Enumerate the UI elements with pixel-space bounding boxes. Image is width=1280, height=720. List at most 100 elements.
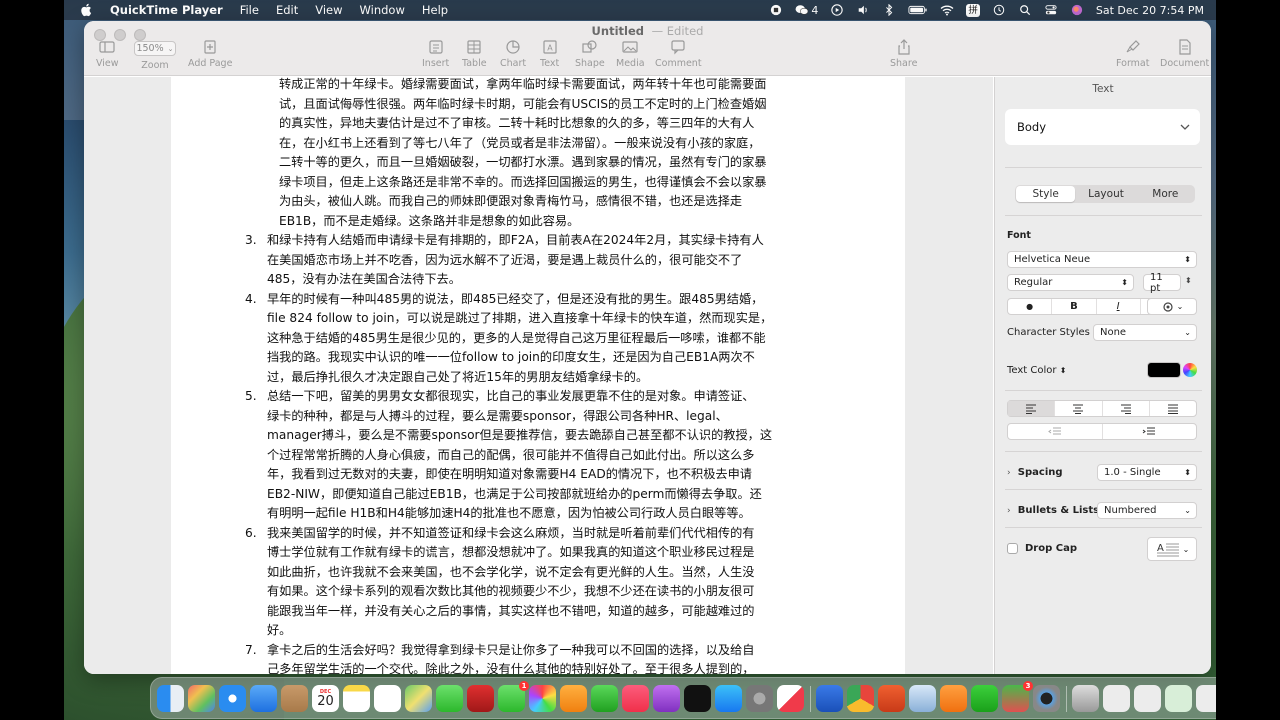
paragraph-style-select[interactable]: Body	[1005, 109, 1200, 145]
mail-icon[interactable]	[250, 685, 277, 712]
shape-button[interactable]: Shape	[575, 39, 605, 69]
menubar-clock[interactable]: Sat Dec 20 7:54 PM	[1096, 4, 1204, 17]
apple-tv-icon[interactable]	[684, 685, 711, 712]
puzzle-app-icon[interactable]: 3	[1002, 681, 1033, 712]
app-name-menu[interactable]: QuickTime Player	[110, 3, 223, 17]
wifi-icon[interactable]	[940, 4, 954, 16]
safari-icon[interactable]	[219, 685, 246, 712]
document-page[interactable]: 转成正常的十年绿卡。婚绿需要面试，拿两年临时绿卡需要面试，两年转十年也可能需要面…	[171, 77, 905, 674]
photos-icon[interactable]	[529, 685, 556, 712]
insert-button[interactable]: Insert	[422, 39, 449, 69]
system-settings-icon[interactable]	[746, 685, 773, 712]
powerpoint-icon[interactable]	[878, 685, 905, 712]
zoom-select[interactable]: 150% ⌄	[134, 41, 176, 56]
pages-icon[interactable]	[560, 685, 587, 712]
tab-layout[interactable]: Layout	[1076, 185, 1135, 203]
music-icon[interactable]	[622, 685, 649, 712]
quicktime-icon[interactable]	[1033, 685, 1060, 712]
spacing-section[interactable]: › Spacing	[1007, 467, 1063, 478]
table-button[interactable]: Table	[462, 39, 487, 69]
wechat-icon[interactable]	[971, 685, 998, 712]
battery-icon[interactable]	[908, 4, 928, 16]
control-center-icon[interactable]	[1044, 4, 1058, 16]
comment-button[interactable]: Comment	[655, 39, 702, 69]
numbers-icon[interactable]	[591, 685, 618, 712]
spacing-select[interactable]: 1.0 - Single ⬍	[1097, 464, 1197, 481]
text-options-menu[interactable]: ⌄	[1147, 298, 1197, 315]
align-right-button[interactable]	[1103, 401, 1150, 416]
contacts-icon[interactable]	[281, 685, 308, 712]
divider	[1005, 167, 1202, 168]
play-icon[interactable]	[830, 4, 844, 16]
tab-more[interactable]: More	[1136, 185, 1195, 203]
media-button[interactable]: Media	[616, 39, 645, 69]
menu-file[interactable]: File	[240, 3, 259, 17]
siri-icon[interactable]	[1070, 4, 1084, 16]
add-page-button[interactable]: Add Page	[188, 39, 232, 69]
window-thumbnail-1[interactable]	[1103, 685, 1130, 712]
font-weight-select[interactable]: Regular ⬍	[1007, 274, 1134, 291]
word-icon[interactable]	[816, 685, 843, 712]
notes-icon[interactable]	[343, 685, 370, 712]
menu-help[interactable]: Help	[422, 3, 448, 17]
facetime-icon[interactable]: 1	[498, 681, 529, 712]
bold-button[interactable]: B	[1052, 299, 1097, 314]
calendar-icon[interactable]: DEC 20	[312, 685, 339, 712]
document-name[interactable]: Untitled	[592, 24, 644, 38]
drop-cap-style-select[interactable]: A ⌄	[1147, 537, 1197, 561]
menu-edit[interactable]: Edit	[276, 3, 298, 17]
input-method-indicator[interactable]: 拼	[966, 3, 980, 17]
bullets-section[interactable]: › Bullets & Lists	[1007, 505, 1099, 516]
paragraph-continued[interactable]: 转成正常的十年绿卡。婚绿需要面试，拿两年临时绿卡需要面试，两年转十年也可能需要面…	[279, 75, 819, 231]
zoom-control[interactable]: 150% ⌄ Zoom	[134, 39, 176, 71]
messages-icon[interactable]	[436, 685, 463, 712]
bluetooth-icon[interactable]	[882, 4, 896, 16]
format-button[interactable]: Format	[1100, 34, 1149, 69]
finder-icon[interactable]	[157, 685, 184, 712]
window-thumbnail-4[interactable]	[1196, 685, 1216, 712]
align-center-button[interactable]	[1055, 401, 1103, 416]
maps-icon[interactable]	[405, 685, 432, 712]
decrease-indent-button[interactable]	[1008, 424, 1103, 439]
character-format-menu[interactable]: ●	[1008, 299, 1053, 314]
text-button[interactable]: A Text	[540, 39, 559, 69]
downloads-stack-icon[interactable]	[1072, 685, 1099, 712]
document-canvas[interactable]: 转成正常的十年绿卡。婚绿需要面试，拿两年临时绿卡需要面试，两年转十年也可能需要面…	[84, 77, 993, 674]
document-button[interactable]: Document	[1160, 39, 1209, 69]
color-wheel-icon[interactable]	[1183, 363, 1197, 377]
news-icon[interactable]	[777, 685, 804, 712]
share-button[interactable]: Share	[890, 39, 917, 69]
character-styles-select[interactable]: None ⌄	[1093, 324, 1197, 341]
view-button[interactable]: View	[96, 39, 119, 69]
chart-button[interactable]: Chart	[500, 39, 526, 69]
drop-cap-checkbox[interactable]	[1007, 543, 1018, 554]
time-machine-icon[interactable]	[992, 4, 1006, 16]
bullets-select[interactable]: Numbered ⌄	[1097, 502, 1197, 519]
menu-view[interactable]: View	[315, 3, 342, 17]
justify-button[interactable]	[1150, 401, 1196, 416]
font-family-select[interactable]: Helvetica Neue ⬍	[1007, 251, 1197, 268]
podcasts-icon[interactable]	[653, 685, 680, 712]
window-thumbnail-2[interactable]	[1134, 685, 1161, 712]
preview-icon[interactable]	[909, 685, 936, 712]
photo-booth-icon[interactable]	[467, 685, 494, 712]
launchpad-icon[interactable]	[188, 685, 215, 712]
wechat-status[interactable]: 4	[795, 4, 818, 17]
freeform-icon[interactable]	[374, 685, 401, 712]
tab-style[interactable]: Style	[1016, 186, 1076, 202]
volume-icon[interactable]	[856, 4, 870, 16]
text-color-well[interactable]	[1147, 362, 1181, 378]
increase-indent-button[interactable]	[1103, 424, 1197, 439]
font-size-stepper[interactable]: ⬍	[1185, 276, 1192, 285]
italic-button[interactable]: I	[1097, 299, 1141, 314]
menu-window[interactable]: Window	[360, 3, 405, 17]
books-icon[interactable]	[940, 685, 967, 712]
font-size-field[interactable]: 11 pt	[1143, 272, 1181, 294]
apple-menu-icon[interactable]	[80, 3, 92, 17]
app-store-icon[interactable]	[715, 685, 742, 712]
window-thumbnail-3[interactable]	[1165, 685, 1192, 712]
chrome-icon[interactable]	[847, 685, 874, 712]
spotlight-search-icon[interactable]	[1018, 4, 1032, 16]
align-left-button[interactable]	[1008, 401, 1056, 416]
stop-recording-icon[interactable]	[769, 4, 783, 16]
